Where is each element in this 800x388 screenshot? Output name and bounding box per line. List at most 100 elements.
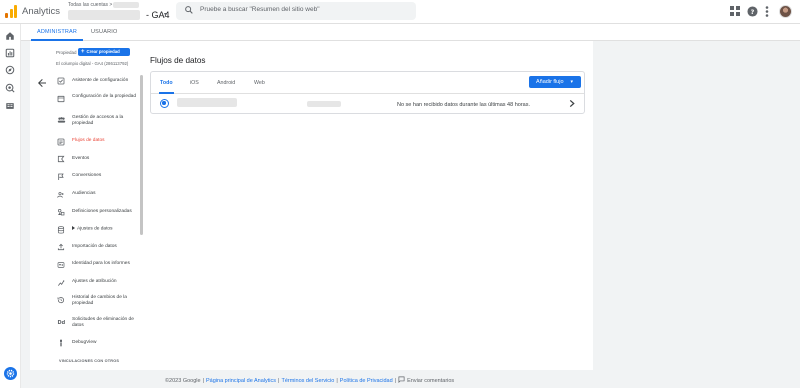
nav-item-events[interactable]: Eventos — [54, 150, 140, 168]
caret-down-icon[interactable]: ▾ — [164, 11, 167, 18]
footer-link-home[interactable]: Página principal de Analytics — [206, 378, 276, 384]
stream-status: No se han recibido datos durante las últ… — [397, 101, 530, 108]
apps-grid-icon[interactable] — [730, 6, 740, 16]
expand-arrow-icon[interactable] — [72, 226, 75, 231]
events-icon — [57, 156, 65, 163]
left-rail — [0, 24, 21, 388]
more-vert-icon[interactable] — [765, 6, 769, 17]
dd-icon: Dd — [58, 320, 66, 326]
nav-item-data-import[interactable]: Importación de datos — [54, 238, 140, 256]
tab-usuario[interactable]: USUARIO — [91, 29, 117, 35]
audiences-icon — [57, 191, 64, 198]
checklist-icon — [57, 77, 65, 85]
nav-item-data-settings[interactable]: Ajustes de datos — [54, 221, 140, 239]
nav-label: DebugView — [72, 339, 97, 345]
data-streams-icon — [57, 138, 65, 146]
nav-section-heading: VINCULACIONES CON OTROS — [59, 359, 120, 363]
admin-nav: Asistente de configuración Configuración… — [54, 72, 140, 352]
nav-label: Gestión de accesos a la propiedad — [72, 115, 124, 126]
reports-icon[interactable] — [5, 48, 15, 58]
property-selector-value[interactable]: El columpio digital - GA4 (286113792) — [56, 61, 128, 66]
data-streams-panel: Todo iOS Android Web Añadir flujo ▾ No s… — [150, 71, 585, 114]
nav-label: Conversiones — [72, 173, 102, 179]
debug-icon — [60, 339, 62, 347]
caret-down-icon: ▾ — [570, 79, 573, 85]
custom-definitions-icon — [57, 209, 65, 216]
nav-item-conversions[interactable]: Conversiones — [54, 168, 140, 186]
footer-link-terms[interactable]: Términos del Servicio — [281, 378, 334, 384]
page-title: Flujos de datos — [150, 56, 206, 65]
nav-item-reporting-identity[interactable]: Identidad para los informes — [54, 256, 140, 274]
identity-icon — [57, 262, 65, 268]
svg-text:Dd: Dd — [58, 320, 66, 326]
copyright: ©2023 Google — [165, 378, 201, 384]
property-settings-icon — [57, 95, 65, 102]
nav-item-debugview[interactable]: DebugView — [54, 334, 140, 352]
footer-link-privacy[interactable]: Política de Privacidad — [340, 378, 393, 384]
redacted-property-name[interactable] — [68, 10, 140, 20]
nav-item-setup-assistant[interactable]: Asistente de configuración — [54, 72, 140, 90]
database-icon — [57, 226, 65, 234]
nav-item-data-streams[interactable]: Flujos de datos — [54, 133, 140, 151]
nav-item-data-deletion-requests[interactable]: Dd Solicitudes de eliminación de datos — [54, 313, 140, 335]
help-icon[interactable]: ? — [747, 6, 758, 17]
nav-item-custom-definitions[interactable]: Definiciones personalizadas — [54, 203, 140, 221]
nav-label: Ajustes de atribución — [72, 279, 117, 285]
nav-label: Eventos — [72, 155, 90, 161]
account-breadcrumb[interactable]: Todas las cuentas > — [68, 2, 112, 8]
tab-administrar[interactable]: ADMINISTRAR — [37, 29, 77, 35]
admin-content-card: Propiedad + Crear propiedad El columpio d… — [30, 41, 593, 370]
home-icon[interactable] — [5, 31, 15, 41]
search-bar[interactable] — [176, 2, 416, 20]
nav-scrollbar[interactable] — [140, 75, 143, 235]
plus-icon: + — [81, 49, 85, 55]
app-title[interactable]: Analytics — [22, 6, 60, 17]
nav-label: Identidad para los informes — [72, 261, 130, 267]
nav-item-attribution-settings[interactable]: Ajustes de atribución — [54, 274, 140, 292]
redacted-account — [113, 2, 139, 8]
nav-label: Asistente de configuración — [72, 77, 129, 83]
nav-label: Importación de datos — [72, 243, 117, 249]
nav-label: Flujos de datos — [72, 138, 105, 144]
tab-ios[interactable]: iOS — [190, 80, 199, 86]
advertising-icon[interactable] — [5, 83, 15, 93]
arrow-back-icon — [38, 79, 46, 87]
library-icon[interactable] — [5, 101, 15, 111]
nav-label: Definiciones personalizadas — [72, 208, 132, 214]
add-stream-button[interactable]: Añadir flujo ▾ — [529, 76, 581, 88]
attribution-icon — [58, 279, 65, 286]
redacted-stream-id — [307, 101, 341, 107]
chevron-right-icon[interactable] — [569, 100, 575, 107]
people-icon — [57, 117, 66, 123]
back-button[interactable] — [36, 76, 48, 88]
add-stream-label: Añadir flujo — [536, 79, 564, 85]
analytics-logo[interactable] — [5, 5, 17, 18]
search-icon — [185, 6, 193, 14]
feedback-icon[interactable] — [398, 376, 405, 383]
history-icon — [57, 297, 65, 304]
nav-item-change-history[interactable]: Historial de cambios de la propiedad — [54, 291, 140, 313]
explore-icon[interactable] — [5, 65, 15, 75]
avatar[interactable] — [779, 5, 792, 18]
create-property-label: Crear propiedad — [86, 49, 120, 54]
nav-item-access-management[interactable]: Gestión de accesos a la propiedad — [54, 111, 140, 133]
web-stream-icon — [160, 99, 169, 108]
nav-item-audiences[interactable]: Audiencias — [54, 186, 140, 204]
nav-item-property-settings[interactable]: Configuración de la propiedad — [54, 90, 140, 112]
tab-android[interactable]: Android — [217, 80, 235, 86]
nav-label: Historial de cambios de la propiedad — [72, 295, 127, 306]
nav-label: Configuración de la propiedad — [72, 93, 137, 99]
nav-label: Audiencias — [72, 191, 96, 197]
svg-text:?: ? — [751, 8, 755, 16]
create-property-button[interactable]: + Crear propiedad — [78, 48, 130, 56]
stream-row[interactable]: No se han recibido datos durante las últ… — [151, 94, 584, 114]
nav-label-expandable: Ajustes de datos — [72, 226, 138, 232]
redacted-stream-name — [177, 98, 237, 107]
property-label: Propiedad — [56, 50, 77, 55]
tab-web[interactable]: Web — [254, 80, 265, 86]
search-input[interactable] — [200, 6, 410, 13]
feedback-link[interactable]: Enviar comentarios — [407, 378, 454, 384]
flag-icon — [58, 173, 64, 180]
tab-all[interactable]: Todo — [160, 80, 173, 86]
admin-tabs: ADMINISTRAR USUARIO — [21, 24, 800, 41]
